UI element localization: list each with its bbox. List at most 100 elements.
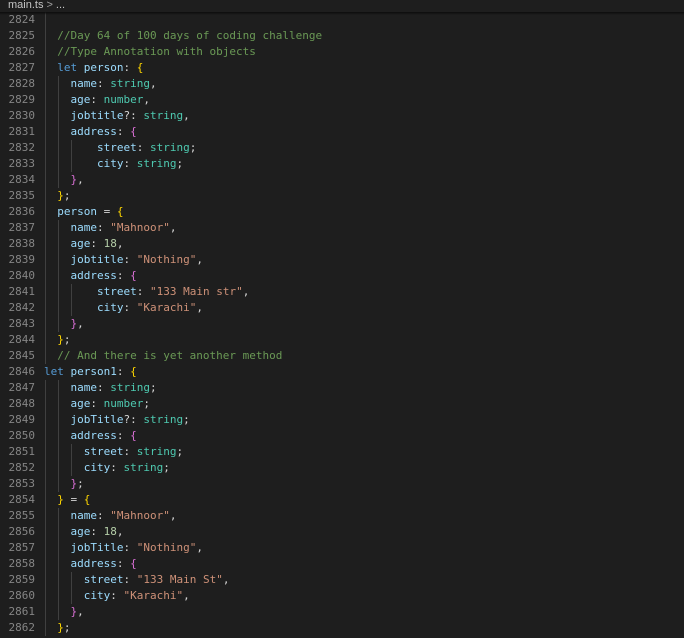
code-line[interactable]: 2825 //Day 64 of 100 days of coding chall… bbox=[0, 28, 684, 44]
code-line[interactable]: 2848 age: number; bbox=[0, 396, 684, 412]
code-token: jobTitle bbox=[70, 541, 124, 554]
indent-guide bbox=[45, 156, 46, 172]
code-token: person1 bbox=[70, 365, 117, 378]
indent-guide bbox=[58, 396, 59, 412]
code-token: : bbox=[110, 461, 124, 474]
code-line[interactable]: 2829 age: number, bbox=[0, 92, 684, 108]
code-token: string bbox=[110, 381, 150, 394]
code-line[interactable]: 2834}, bbox=[0, 172, 684, 188]
code-line[interactable]: 2862}; bbox=[0, 620, 684, 636]
indent-guide bbox=[71, 588, 72, 604]
indent-guide bbox=[45, 588, 46, 604]
code-token: ; bbox=[176, 445, 184, 458]
indent-guide bbox=[45, 460, 46, 476]
indent-guide bbox=[58, 524, 59, 540]
code-token: let bbox=[57, 61, 78, 74]
code-token: : bbox=[90, 397, 104, 410]
code-token: { bbox=[116, 205, 124, 218]
code-token: = bbox=[63, 493, 84, 506]
code-line[interactable]: 2860 city: "Karachi", bbox=[0, 588, 684, 604]
code-line[interactable]: 2840 address: { bbox=[0, 268, 684, 284]
code-line[interactable]: 2845 // And there is yet another method bbox=[0, 348, 684, 364]
code-text: name: string, bbox=[70, 76, 156, 92]
code-line[interactable]: 2861}, bbox=[0, 604, 684, 620]
code-line[interactable]: 2854} = { bbox=[0, 492, 684, 508]
code-token: street bbox=[83, 573, 124, 586]
indent-guide bbox=[45, 124, 46, 140]
code-line[interactable]: 2846 let person1: { bbox=[0, 364, 684, 380]
code-token: ; bbox=[163, 461, 170, 474]
code-text: address: { bbox=[70, 124, 136, 140]
code-editor[interactable]: 2824 2825//Day 64 of 100 days of coding c… bbox=[0, 12, 684, 638]
code-line[interactable]: 2842 city: "Karachi", bbox=[0, 300, 684, 316]
code-line[interactable]: 2835}; bbox=[0, 188, 684, 204]
code-line[interactable]: 2855 name: "Mahnoor", bbox=[0, 508, 684, 524]
code-line[interactable]: 2826 //Type Annotation with objects bbox=[0, 44, 684, 60]
indent-guide bbox=[45, 108, 46, 124]
code-text: city: string; bbox=[97, 156, 183, 172]
breadcrumb-more[interactable]: ... bbox=[56, 0, 65, 11]
indent-guide bbox=[71, 140, 72, 156]
code-token: : bbox=[123, 157, 137, 170]
code-line[interactable]: 2852 city: string; bbox=[0, 460, 684, 476]
code-text: name: string; bbox=[70, 380, 156, 396]
line-number: 2850 bbox=[8, 429, 36, 442]
code-line[interactable]: 2837 name: "Mahnoor", bbox=[0, 220, 684, 236]
code-token: : bbox=[96, 381, 111, 394]
code-text: jobTitle?: string; bbox=[70, 412, 189, 428]
code-text: }, bbox=[70, 172, 83, 188]
code-line[interactable]: 2839 jobtitle: "Nothing", bbox=[0, 252, 684, 268]
indent-guide bbox=[45, 348, 46, 364]
code-token: ; bbox=[183, 413, 190, 426]
indent-guide bbox=[58, 316, 59, 332]
indent-guide bbox=[45, 28, 46, 44]
code-token: street bbox=[83, 445, 124, 458]
code-line[interactable]: 2830 jobtitle?: string, bbox=[0, 108, 684, 124]
code-line[interactable]: 2843}, bbox=[0, 316, 684, 332]
code-token: : bbox=[96, 509, 111, 522]
code-line[interactable]: 2836 person = { bbox=[0, 204, 684, 220]
code-line[interactable]: 2828 name: string, bbox=[0, 76, 684, 92]
code-text: street: string; bbox=[97, 140, 196, 156]
code-line[interactable]: 2831 address: { bbox=[0, 124, 684, 140]
code-line[interactable]: 2856 age: 18, bbox=[0, 524, 684, 540]
code-line[interactable]: 2847 name: string; bbox=[0, 380, 684, 396]
code-token: string bbox=[136, 445, 177, 458]
code-text: age: number, bbox=[70, 92, 150, 108]
line-number: 2862 bbox=[8, 621, 36, 634]
code-line[interactable]: 2857 jobTitle: "Nothing", bbox=[0, 540, 684, 556]
indent-guide bbox=[45, 44, 46, 60]
code-token: city bbox=[96, 301, 124, 314]
line-number: 2847 bbox=[8, 381, 36, 394]
code-text: address: { bbox=[70, 428, 136, 444]
code-token: person bbox=[57, 205, 97, 218]
code-line[interactable]: 2859 street: "133 Main St", bbox=[0, 572, 684, 588]
line-number: 2830 bbox=[8, 109, 36, 122]
code-line[interactable]: 2853}; bbox=[0, 476, 684, 492]
code-token: ?: bbox=[123, 413, 144, 426]
breadcrumb-file[interactable]: main.ts bbox=[0, 0, 43, 11]
code-text: age: 18, bbox=[70, 524, 123, 540]
code-token: "Nothing" bbox=[136, 253, 197, 266]
code-token: : bbox=[116, 365, 131, 378]
indent-guide bbox=[58, 220, 59, 236]
code-token: ; bbox=[176, 157, 184, 170]
indent-guide bbox=[71, 156, 72, 172]
code-text: jobTitle: "Nothing", bbox=[70, 540, 202, 556]
code-token: street bbox=[96, 141, 137, 154]
code-line[interactable]: 2841 street: "133 Main str", bbox=[0, 284, 684, 300]
indent-guide bbox=[58, 300, 59, 316]
code-line[interactable]: 2858 address: { bbox=[0, 556, 684, 572]
code-line[interactable]: 2851 street: string; bbox=[0, 444, 684, 460]
indent-guide bbox=[58, 236, 59, 252]
code-line[interactable]: 2850 address: { bbox=[0, 428, 684, 444]
code-token: : bbox=[136, 141, 150, 154]
code-line[interactable]: 2827 let person: { bbox=[0, 60, 684, 76]
code-token: string bbox=[123, 461, 164, 474]
code-line[interactable]: 2833 city: string; bbox=[0, 156, 684, 172]
code-line[interactable]: 2832 street: string; bbox=[0, 140, 684, 156]
code-line[interactable]: 2838 age: 18, bbox=[0, 236, 684, 252]
code-line[interactable]: 2844}; bbox=[0, 332, 684, 348]
code-line[interactable]: 2849 jobTitle?: string; bbox=[0, 412, 684, 428]
